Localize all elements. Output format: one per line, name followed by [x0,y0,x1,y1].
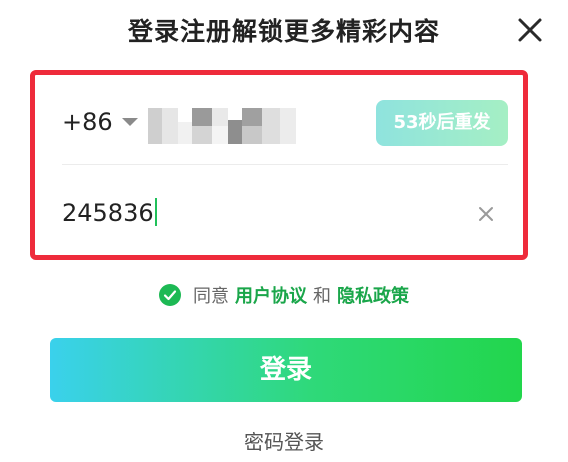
password-login-link[interactable]: 密码登录 [0,426,568,455]
resend-code-button[interactable]: 53秒后重发 [376,100,508,146]
divider [62,164,508,165]
code-value: 245836 [62,199,154,227]
clear-button[interactable] [476,204,496,224]
blur-block [242,108,262,126]
blur-block [212,126,228,144]
blur-block [178,122,192,144]
blur-block [162,108,178,144]
text-cursor [154,198,157,226]
page-title: 登录注册解锁更多精彩内容 [127,17,440,46]
blur-block [262,108,280,144]
blur-block [148,108,162,144]
code-input[interactable]: 245836 [62,198,157,227]
phone-number-field[interactable] [148,102,298,146]
agreement-row: 同意 用户协议 和 隐私政策 [0,282,568,310]
phone-row: +86 53秒后重发 [62,96,508,156]
blur-block [280,108,296,144]
blur-block [192,108,212,126]
agreement-inner: 同意 用户协议 和 隐私政策 [159,282,409,308]
privacy-policy-link[interactable]: 隐私政策 [337,282,409,308]
agreement-prefix: 同意 [193,286,229,307]
blur-block [242,126,262,144]
user-agreement-link[interactable]: 用户协议 [235,282,307,308]
agree-checkbox[interactable] [159,284,181,306]
close-icon [518,18,542,42]
agreement-conjunction: 和 [313,286,331,307]
close-button[interactable] [510,10,550,50]
check-icon [163,290,177,301]
login-button[interactable]: 登录 [50,338,522,402]
blur-block [228,120,242,144]
verification-code-field[interactable]: 245836 [62,190,508,236]
country-code-select[interactable]: +86 [62,108,113,136]
blur-block [192,126,212,144]
clear-icon [479,207,493,221]
chevron-down-icon[interactable] [122,118,138,126]
blur-block [212,108,228,126]
